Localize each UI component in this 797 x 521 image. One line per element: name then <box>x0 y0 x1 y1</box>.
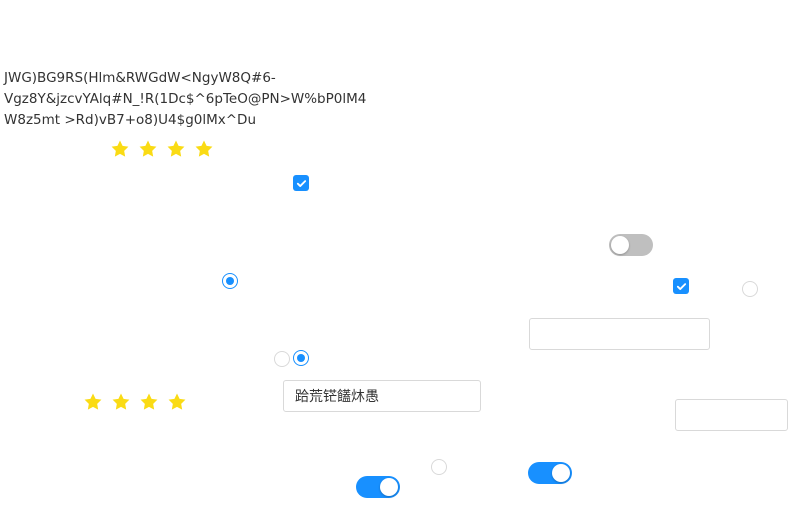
toggle-switch-2[interactable] <box>356 476 400 498</box>
text-input-1[interactable] <box>529 318 710 350</box>
radio-button-3[interactable] <box>274 351 290 367</box>
radio-button-1[interactable] <box>222 273 238 289</box>
star-icon[interactable] <box>138 139 158 159</box>
text-block: JWG)BG9RS(Hlm&RWGdW<NgyW8Q#6- Vgz8Y&jzcv… <box>4 68 367 131</box>
checkmark-icon <box>296 179 306 187</box>
text-input-3[interactable] <box>675 399 788 431</box>
star-rating-1[interactable] <box>110 139 214 159</box>
star-rating-2[interactable] <box>83 392 187 412</box>
star-icon[interactable] <box>83 392 103 412</box>
star-icon[interactable] <box>139 392 159 412</box>
text-line: JWG)BG9RS(Hlm&RWGdW<NgyW8Q#6- <box>4 70 276 86</box>
text-input-2[interactable] <box>283 380 481 412</box>
checkbox-1[interactable] <box>293 175 309 191</box>
radio-button-5[interactable] <box>431 459 447 475</box>
form-canvas: JWG)BG9RS(Hlm&RWGdW<NgyW8Q#6- Vgz8Y&jzcv… <box>0 0 797 521</box>
star-icon[interactable] <box>167 392 187 412</box>
switch-knob <box>552 464 570 482</box>
radio-button-2[interactable] <box>742 281 758 297</box>
switch-knob <box>611 236 629 254</box>
switch-knob <box>380 478 398 496</box>
checkmark-icon <box>676 282 686 290</box>
toggle-switch-3[interactable] <box>528 462 572 484</box>
checkbox-2[interactable] <box>673 278 689 294</box>
star-icon[interactable] <box>111 392 131 412</box>
star-icon[interactable] <box>166 139 186 159</box>
radio-button-4[interactable] <box>293 350 309 366</box>
text-line: Vgz8Y&jzcvYAlq#N_!R(1Dc$^6pTeO@PN>W%bP0l… <box>4 91 367 107</box>
toggle-switch-1[interactable] <box>609 234 653 256</box>
text-line: W8z5mt >Rd)vB7+o8)U4$g0lMx^Du <box>4 112 257 128</box>
star-icon[interactable] <box>194 139 214 159</box>
star-icon[interactable] <box>110 139 130 159</box>
